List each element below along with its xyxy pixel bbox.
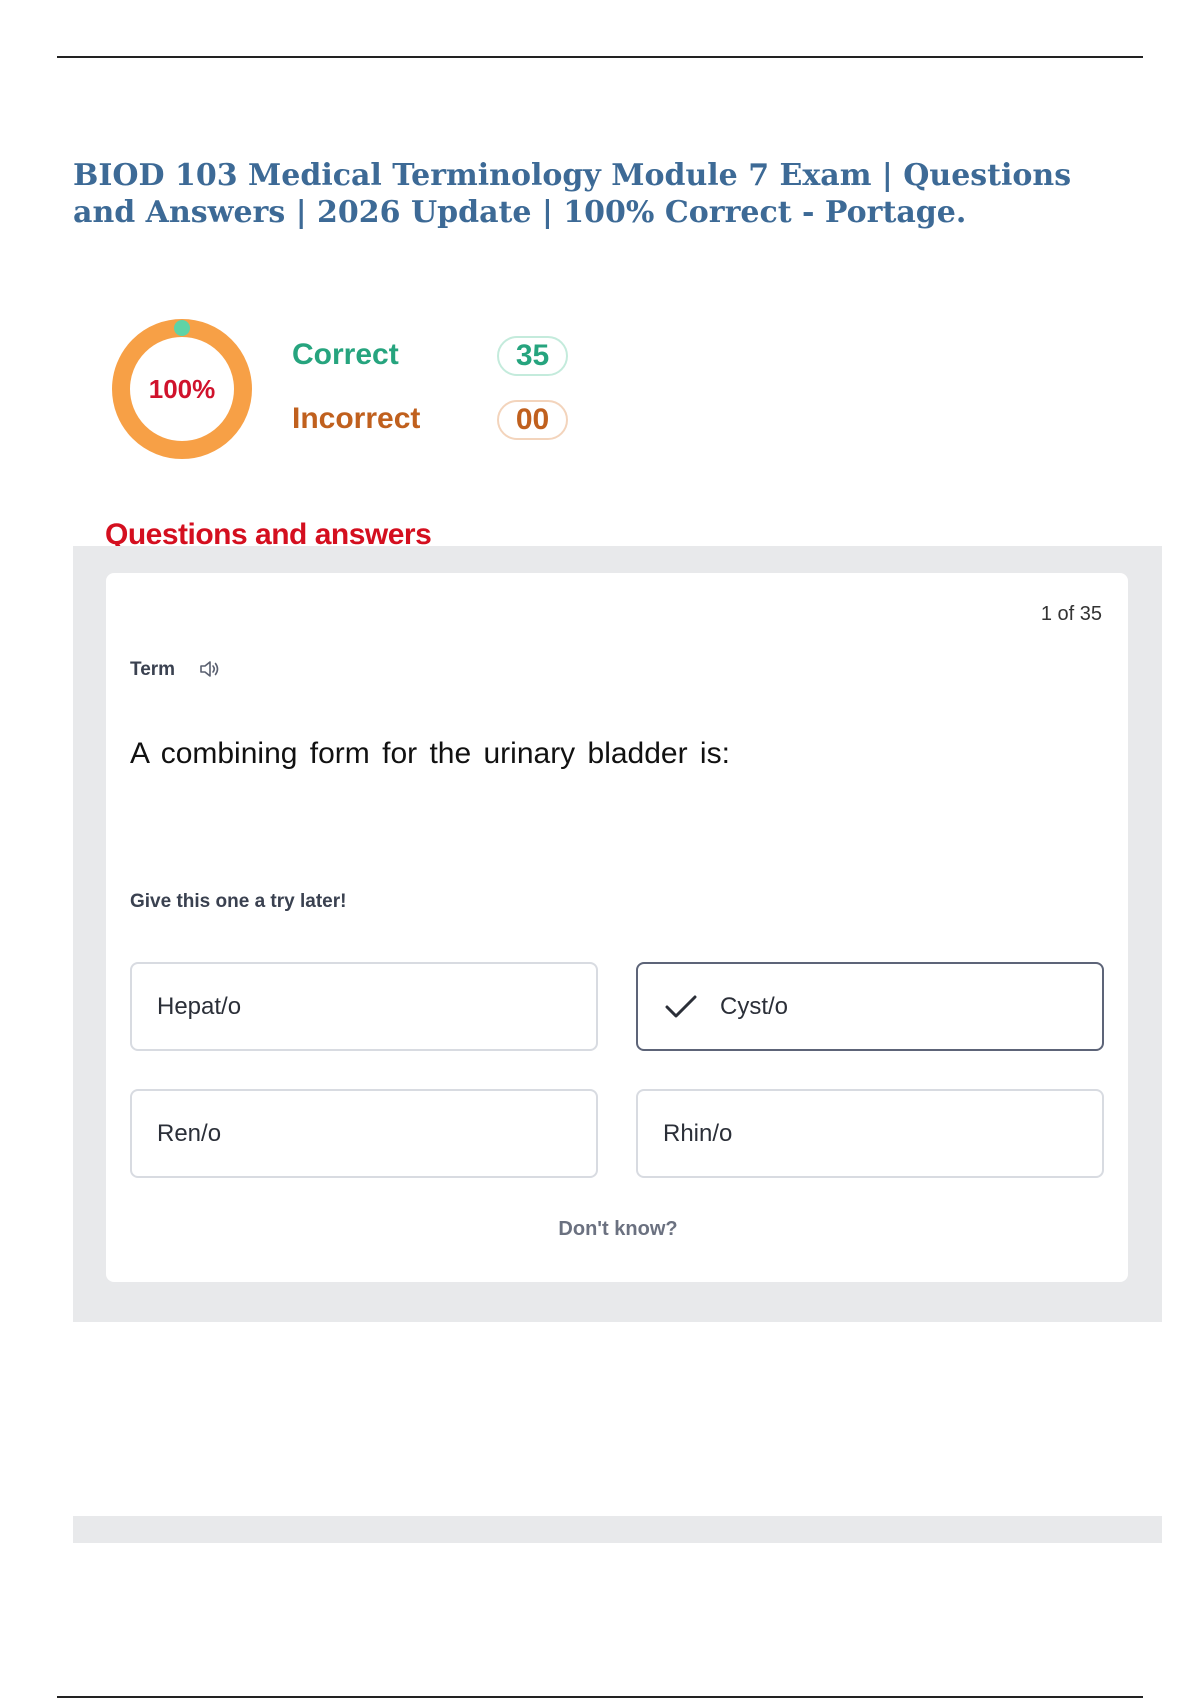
answer-option-rhino[interactable]: Rhin/o — [636, 1089, 1104, 1178]
card-counter: 1 of 35 — [1040, 603, 1102, 625]
document-page: BIOD 103 Medical Terminology Module 7 Ex… — [0, 0, 1200, 1700]
bottom-rule — [57, 1696, 1143, 1698]
correct-count-badge: 35 — [497, 336, 568, 376]
answer-option-label: Ren/o — [157, 1119, 222, 1147]
answer-option-label: Hepat/o — [157, 992, 242, 1020]
try-later-link[interactable]: Give this one a try later! — [130, 891, 346, 913]
bottom-gray-bar — [73, 1516, 1162, 1543]
question-text: A combining form for the urinary bladder… — [130, 737, 730, 770]
answer-option-hepato[interactable]: Hepat/o — [130, 962, 598, 1051]
top-rule — [57, 56, 1143, 58]
answer-option-label: Cyst/o — [720, 992, 789, 1020]
answer-option-reno[interactable]: Ren/o — [130, 1089, 598, 1178]
correct-label: Correct — [292, 338, 399, 371]
checkmark-icon — [665, 995, 697, 1017]
dont-know-button[interactable]: Don't know? — [520, 1218, 716, 1241]
document-title: BIOD 103 Medical Terminology Module 7 Ex… — [73, 158, 1072, 230]
answer-option-cysto[interactable]: Cyst/o — [636, 962, 1104, 1051]
score-percent: 100% — [148, 373, 216, 404]
term-label: Term — [130, 659, 176, 680]
incorrect-count-badge: 00 — [497, 400, 568, 440]
answer-option-label: Rhin/o — [663, 1119, 733, 1147]
incorrect-label: Incorrect — [292, 402, 421, 435]
speaker-icon[interactable] — [198, 658, 222, 680]
